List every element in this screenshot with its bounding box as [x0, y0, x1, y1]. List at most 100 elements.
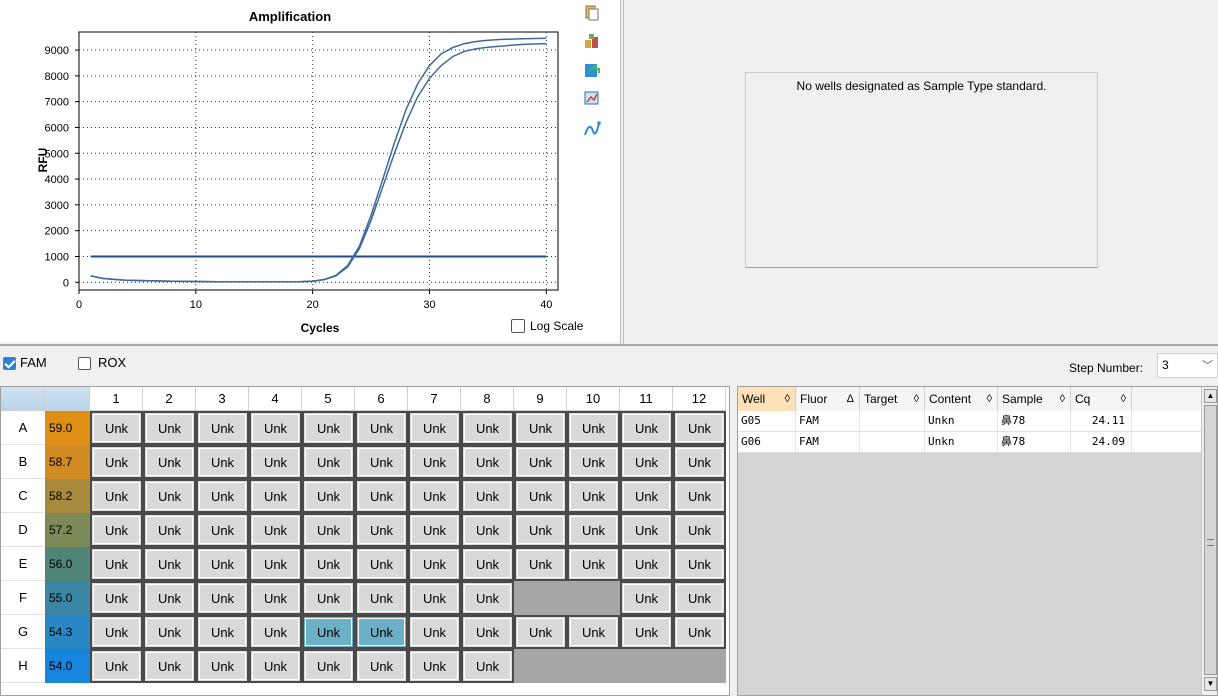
plate-well[interactable]: Unk: [620, 547, 673, 581]
plate-well[interactable]: Unk: [673, 581, 726, 615]
header-target[interactable]: Target ◊: [860, 387, 925, 411]
column-header[interactable]: 8: [461, 387, 514, 411]
plate-well[interactable]: Unk: [90, 479, 143, 513]
plate-well[interactable]: Unk: [355, 513, 408, 547]
plate-well[interactable]: Unk: [620, 411, 673, 445]
rox-checkbox[interactable]: [78, 357, 91, 370]
row-header[interactable]: D: [1, 513, 45, 547]
plate-well[interactable]: Unk: [90, 513, 143, 547]
plate-well[interactable]: Unk: [408, 445, 461, 479]
plate-well[interactable]: Unk: [461, 581, 514, 615]
log-scale-checkbox[interactable]: [511, 319, 525, 333]
column-header[interactable]: 6: [355, 387, 408, 411]
plate-well[interactable]: Unk: [143, 411, 196, 445]
plate-well[interactable]: Unk: [673, 411, 726, 445]
table-row[interactable]: G05 FAM Unkn 鼻78 24.11: [738, 411, 1201, 432]
plate-well[interactable]: Unk: [196, 411, 249, 445]
column-header[interactable]: 3: [196, 387, 249, 411]
plate-well[interactable]: Unk: [249, 411, 302, 445]
plate-well[interactable]: Unk: [196, 547, 249, 581]
scroll-down-icon[interactable]: ▼: [1204, 677, 1217, 691]
plate-well[interactable]: Unk: [90, 615, 143, 649]
plate-well[interactable]: Unk: [673, 615, 726, 649]
plate-well[interactable]: Unk: [196, 581, 249, 615]
header-content[interactable]: Content ◊: [925, 387, 998, 411]
plate-well[interactable]: Unk: [567, 479, 620, 513]
column-header[interactable]: 7: [408, 387, 461, 411]
plate-well[interactable]: Unk: [567, 547, 620, 581]
empty-well[interactable]: [620, 649, 673, 683]
results-scrollbar[interactable]: ▲ ▼: [1201, 387, 1217, 695]
plate-well[interactable]: Unk: [461, 649, 514, 683]
plate-well[interactable]: Unk: [567, 445, 620, 479]
plate-well[interactable]: Unk: [514, 615, 567, 649]
plate-well[interactable]: Unk: [514, 479, 567, 513]
plate-well[interactable]: Unk: [567, 513, 620, 547]
scroll-thumb[interactable]: [1204, 405, 1217, 675]
plate-well[interactable]: Unk: [355, 479, 408, 513]
column-header[interactable]: 4: [249, 387, 302, 411]
plate-well[interactable]: Unk: [302, 649, 355, 683]
plate-well[interactable]: Unk: [355, 615, 408, 649]
plate-well[interactable]: Unk: [249, 479, 302, 513]
header-fluor[interactable]: Fluor Δ: [796, 387, 860, 411]
plate-well[interactable]: Unk: [408, 479, 461, 513]
plate-well[interactable]: Unk: [620, 581, 673, 615]
plate-well[interactable]: Unk: [673, 547, 726, 581]
header-sample[interactable]: Sample ◊: [998, 387, 1071, 411]
plate-well[interactable]: Unk: [196, 445, 249, 479]
plate-well[interactable]: Unk: [302, 479, 355, 513]
plate-well[interactable]: Unk: [143, 513, 196, 547]
plate-well[interactable]: Unk: [620, 513, 673, 547]
column-header[interactable]: 2: [143, 387, 196, 411]
plate-well[interactable]: Unk: [355, 649, 408, 683]
amplification-curve-1[interactable]: [90, 42, 547, 283]
plate-well[interactable]: Unk: [196, 513, 249, 547]
plate-well[interactable]: Unk: [143, 615, 196, 649]
scroll-up-icon[interactable]: ▲: [1204, 389, 1217, 403]
plate-well[interactable]: Unk: [143, 445, 196, 479]
plate-well[interactable]: Unk: [143, 581, 196, 615]
plate-well[interactable]: Unk: [143, 479, 196, 513]
plate-well[interactable]: Unk: [196, 649, 249, 683]
plate-well[interactable]: Unk: [249, 581, 302, 615]
curve-icon[interactable]: [583, 120, 601, 138]
column-header[interactable]: 10: [567, 387, 620, 411]
plate-well[interactable]: Unk: [302, 513, 355, 547]
plate-well[interactable]: Unk: [408, 581, 461, 615]
plate-well[interactable]: Unk: [567, 615, 620, 649]
plate-well[interactable]: Unk: [408, 547, 461, 581]
empty-well[interactable]: [567, 649, 620, 683]
row-header[interactable]: A: [1, 411, 45, 445]
plate-well[interactable]: Unk: [461, 445, 514, 479]
plate-well[interactable]: Unk: [355, 581, 408, 615]
plate-well[interactable]: Unk: [90, 445, 143, 479]
plate-well[interactable]: Unk: [514, 547, 567, 581]
empty-well[interactable]: [567, 581, 620, 615]
plate-well[interactable]: Unk: [620, 615, 673, 649]
plate-well[interactable]: Unk: [408, 615, 461, 649]
header-well[interactable]: Well ◊: [738, 387, 796, 411]
row-header[interactable]: C: [1, 479, 45, 513]
plate-well[interactable]: Unk: [90, 649, 143, 683]
horizontal-splitter[interactable]: [0, 344, 1218, 346]
amplification-curve-2[interactable]: [90, 37, 547, 283]
plate-well[interactable]: Unk: [461, 615, 514, 649]
table-row[interactable]: G06 FAM Unkn 鼻78 24.09: [738, 432, 1201, 453]
plate-well[interactable]: Unk: [249, 445, 302, 479]
export-icon[interactable]: [583, 32, 601, 50]
row-header[interactable]: H: [1, 649, 45, 683]
plate-well[interactable]: Unk: [249, 615, 302, 649]
chart-options-icon[interactable]: [583, 89, 601, 107]
copy-icon[interactable]: [583, 4, 601, 22]
plate-well[interactable]: Unk: [143, 649, 196, 683]
plate-well[interactable]: Unk: [567, 411, 620, 445]
plate-well[interactable]: Unk: [249, 547, 302, 581]
plate-well[interactable]: Unk: [461, 513, 514, 547]
empty-well[interactable]: [514, 649, 567, 683]
plate-well[interactable]: Unk: [355, 547, 408, 581]
row-header[interactable]: F: [1, 581, 45, 615]
column-header[interactable]: 9: [514, 387, 567, 411]
plate-well[interactable]: Unk: [196, 479, 249, 513]
plate-well[interactable]: Unk: [302, 581, 355, 615]
